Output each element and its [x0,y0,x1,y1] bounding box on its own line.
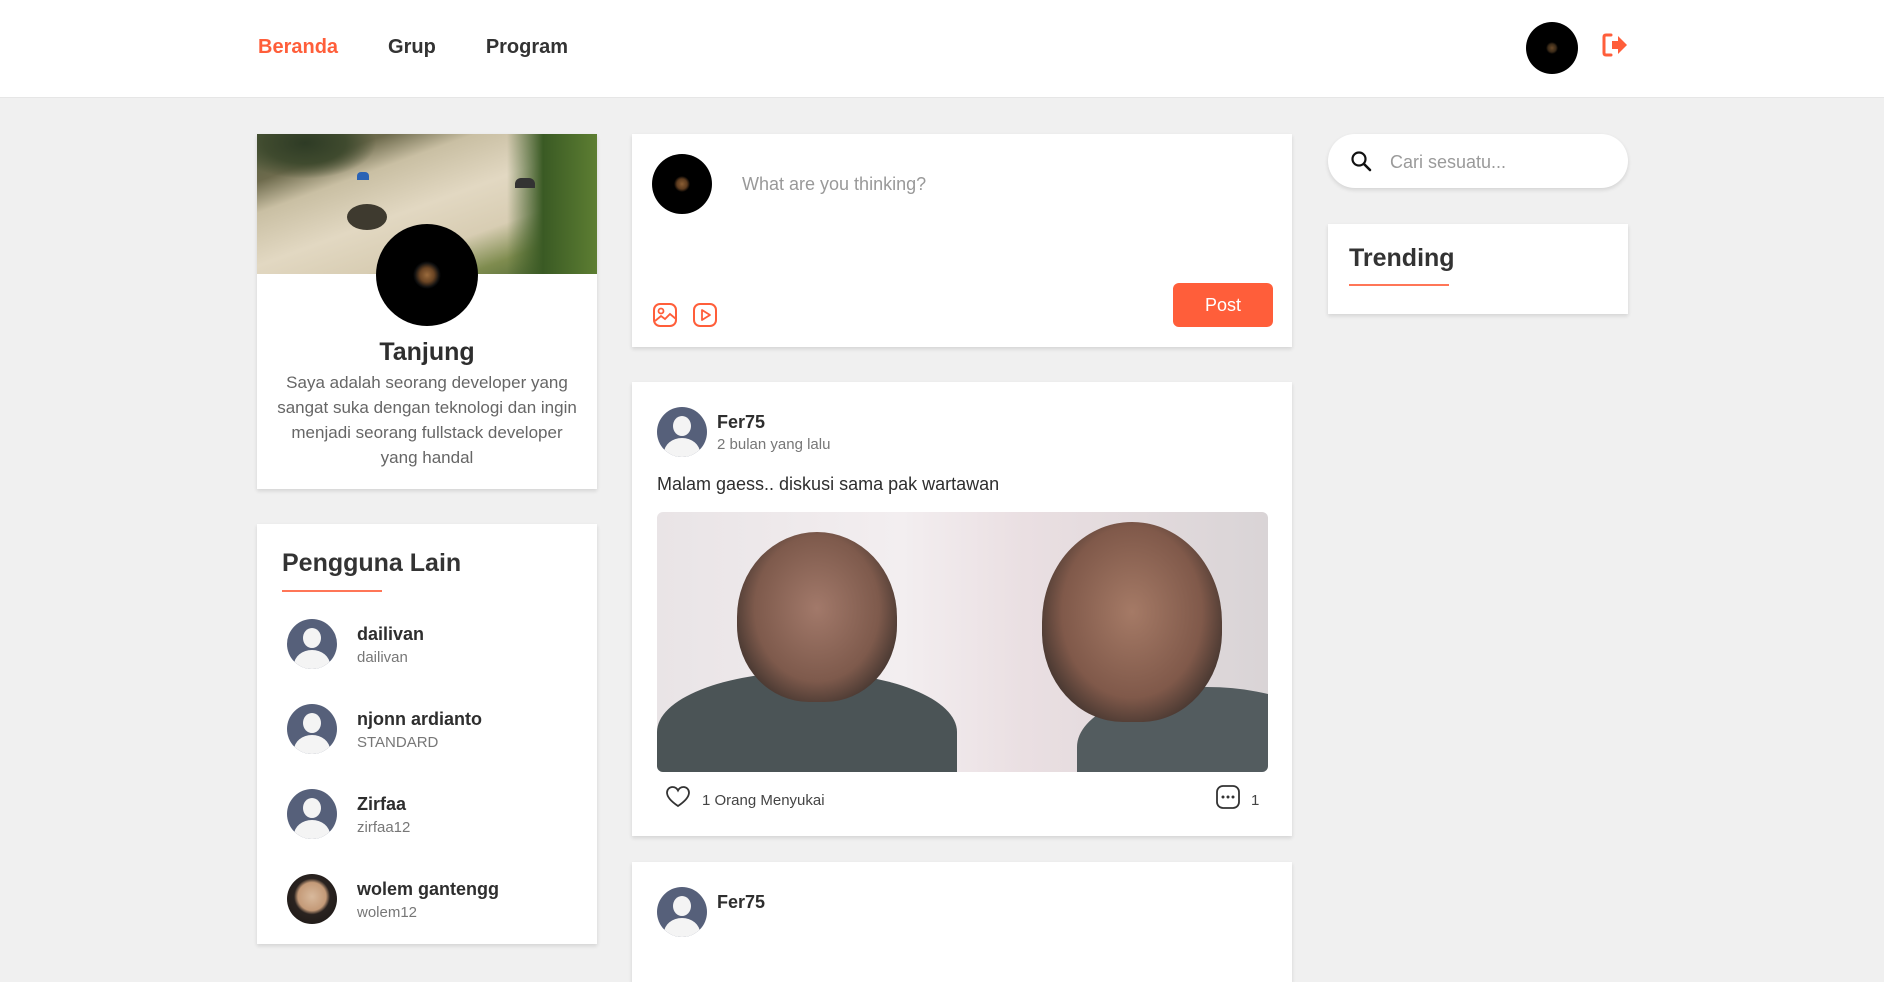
heart-icon[interactable] [665,784,691,810]
user-name: njonn ardianto [357,709,482,729]
user-avatar [287,874,337,924]
profile-avatar[interactable] [376,224,478,326]
user-item[interactable]: wolem gantengg wolem12 [287,874,577,928]
profile-card: Tanjung Saya adalah seorang developer ya… [257,134,597,489]
post-author[interactable]: Fer75 [717,412,765,433]
user-avatar-icon [287,789,337,839]
search-icon [1351,151,1372,172]
profile-name: Tanjung [379,338,475,366]
user-handle: dailivan [357,649,408,666]
nav-beranda[interactable]: Beranda [258,36,338,59]
top-navbar: Beranda Grup Program [0,0,1884,98]
title-underline [282,590,382,592]
comment-count: 1 [1251,792,1260,809]
logout-icon[interactable] [1600,30,1630,60]
post-button[interactable]: Post [1173,283,1273,327]
user-avatar-icon [287,619,337,669]
other-users-card: Pengguna Lain dailivan dailivan njonn ar… [257,524,597,944]
user-handle: zirfaa12 [357,819,411,836]
post-input[interactable] [740,168,1264,200]
post-text: Malam gaess.. diskusi sama pak wartawan [657,474,1000,494]
other-users-title: Pengguna Lain [282,549,462,577]
user-item[interactable]: dailivan dailivan [287,619,577,673]
composer-avatar [652,154,712,214]
post-author[interactable]: Fer75 [717,892,765,913]
post-time: 2 bulan yang lalu [717,436,831,453]
user-avatar[interactable] [1526,22,1578,74]
post-author-avatar[interactable] [657,407,707,457]
post-composer: Post [632,134,1292,347]
search-input[interactable] [1388,146,1612,178]
feed-post: Fer75 [632,862,1292,982]
title-underline [1349,284,1449,286]
user-handle: wolem12 [357,904,418,921]
trending-card: Trending [1328,224,1628,314]
profile-bio: Saya adalah seorang developer yang sanga… [277,373,577,467]
user-handle: STANDARD [357,734,439,751]
feed-post: Fer75 2 bulan yang lalu Malam gaess.. di… [632,382,1292,836]
user-name: wolem gantengg [357,879,500,899]
video-icon[interactable] [692,302,718,328]
comment-icon[interactable] [1215,784,1241,810]
post-author-avatar[interactable] [657,887,707,937]
user-item[interactable]: Zirfaa zirfaa12 [287,789,577,843]
user-name: dailivan [357,624,425,644]
main-nav: Beranda Grup Program [258,36,568,59]
user-item[interactable]: njonn ardianto STANDARD [287,704,577,758]
post-image[interactable] [657,512,1268,772]
nav-grup[interactable]: Grup [388,36,436,59]
image-icon[interactable] [652,302,678,328]
user-avatar-icon [287,704,337,754]
trending-title: Trending [1349,244,1455,272]
like-count: 1 Orang Menyukai [702,792,825,809]
nav-program[interactable]: Program [486,36,568,59]
search-box [1328,134,1628,188]
user-name: Zirfaa [357,794,407,814]
